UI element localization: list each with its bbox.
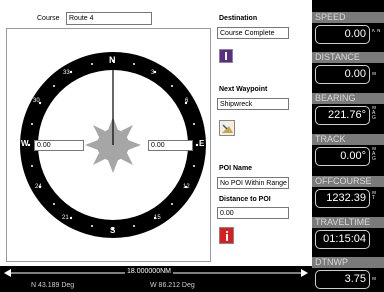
track-unit: M A G <box>372 147 377 162</box>
traveltime-value: 01:15:04 <box>315 230 370 249</box>
bearing-value: 221.76° <box>315 106 370 125</box>
offcourse-header: OFFCOURSE <box>312 176 384 187</box>
flag-icon[interactable] <box>219 49 233 63</box>
east-offset-field[interactable]: 0.00 <box>148 140 193 151</box>
navigation-data-panel: SPEED 0.00 K N DISTANCE 0.00 M BEARING 2… <box>312 0 384 292</box>
next-waypoint-field[interactable]: Shipwreck <box>217 98 289 110</box>
info-icon[interactable] <box>219 227 234 244</box>
dtnwp-header: DTNWP <box>312 257 384 268</box>
compass-tick-24: 24 <box>35 184 42 190</box>
speed-value: 0.00 <box>315 25 370 44</box>
compass-e: E <box>199 139 205 148</box>
compass-tick-12: 12 <box>183 184 190 190</box>
compass-tick-33: 33 <box>63 70 70 76</box>
waypoint-icon[interactable] <box>219 120 235 136</box>
bearing-unit: M A G <box>372 106 377 121</box>
compass-w: W <box>21 139 29 148</box>
offcourse-unit: M T <box>372 191 377 201</box>
bearing-header: BEARING <box>312 93 384 104</box>
poi-name-label: POI Name <box>219 165 253 172</box>
track-header: TRACK <box>312 134 384 145</box>
speed-header: SPEED <box>312 12 384 23</box>
compass-tick-3: 3 <box>151 70 155 76</box>
poi-distance-field[interactable]: 0.00 <box>217 207 289 219</box>
compass-n: N <box>109 55 116 65</box>
compass-tick-15: 15 <box>154 215 161 221</box>
west-offset-field[interactable]: 0.00 <box>34 140 84 151</box>
track-value: 0.00° <box>315 147 370 166</box>
traveltime-header: TRAVELTIME <box>312 217 384 228</box>
scale-distance: 18.000000NM <box>125 268 173 275</box>
dtnwp-unit: M <box>372 277 377 282</box>
distance-value: 0.00 <box>315 65 370 84</box>
next-waypoint-label: Next Waypoint <box>219 86 268 93</box>
speed-unit: K N <box>372 29 381 34</box>
compass-tick-30: 30 <box>33 98 40 104</box>
compass-tick-21: 21 <box>62 215 69 221</box>
poi-distance-label: Distance to POI <box>219 196 271 203</box>
destination-field[interactable]: Course Complete <box>217 27 289 39</box>
distance-unit: M <box>372 72 377 77</box>
compass-s: S <box>110 226 116 235</box>
compass <box>20 52 206 238</box>
distance-header: DISTANCE <box>312 52 384 63</box>
compass-tick-6: 6 <box>185 98 189 104</box>
poi-name-field[interactable]: No POI Within Range <box>217 177 289 189</box>
destination-label: Destination <box>219 15 258 22</box>
longitude: W 86.212 Deg <box>150 282 195 289</box>
dtnwp-value: 3.75 <box>315 270 370 289</box>
latitude: N 43.189 Deg <box>31 282 75 289</box>
offcourse-value: 1232.39 <box>315 189 370 208</box>
position-bar: 18.000000NM N 43.189 Deg W 86.212 Deg <box>0 266 312 292</box>
